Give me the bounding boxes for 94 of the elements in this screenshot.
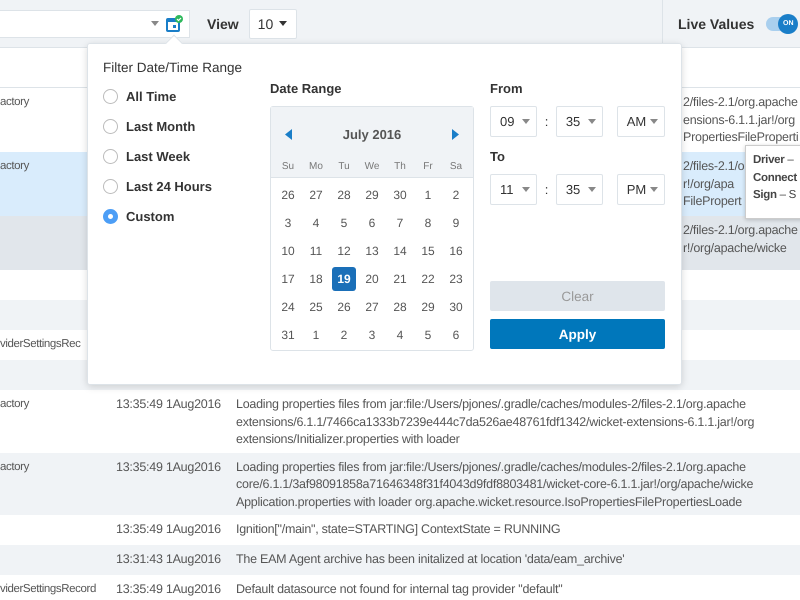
calendar-day[interactable]: 30 — [444, 295, 468, 319]
radio-label[interactable]: All Time — [126, 88, 176, 104]
calendar-day[interactable]: 18 — [304, 267, 328, 291]
timestamp-cell: 13:35:49 1Aug2016 — [116, 458, 221, 476]
source-cell-text: viderSettingsRec — [0, 337, 81, 352]
message-cell-text: Loading properties files from jar:file:/Users/pjones/.gradle/caches/modules-2/files-2.1/org.apache extensions/6.1.1/7466ca1333b7239e444c7da526ae48761fdf1342/wicket-extensions-6.1.1.jar!/org extensions/Initializer.properties with loader — [236, 396, 754, 448]
month-title: July 2016 — [342, 126, 402, 142]
hour-select[interactable]: 11 — [490, 174, 538, 205]
calendar-day[interactable]: 14 — [388, 239, 412, 263]
calendar-day[interactable]: 27 — [304, 183, 328, 207]
weekday-label: Th — [393, 161, 407, 174]
message-cell-text: Ignition["/main", state=STARTING] ContextState = RUNNING — [236, 521, 560, 538]
source-cell-text: actory — [0, 397, 29, 412]
calendar-day[interactable]: 6 — [444, 323, 468, 347]
timestamp-cell-text: 13:31:43 1Aug2016 — [116, 551, 221, 568]
message-cell: 2/files-2.1/org.apache r!/org/apache/wicke — [683, 222, 798, 257]
weekday-label: Fr — [422, 161, 434, 174]
calendar-day[interactable]: 20 — [360, 267, 384, 291]
minute-select[interactable]: 35 — [556, 106, 604, 137]
message-cell: Loading properties files from jar:file:/Users/pjones/.gradle/caches/modules-2/files-2.1/org.apache core/6.1.1/3af98091858a71646348f31f4043d9fdf8803481/wicket-core-6.1.1.jar!/org/apache/wicke Application.properties with loader org.apache.wicket.resource.IsoPropertiesFilePropertiesLoade — [236, 458, 754, 511]
log-row[interactable]: 13:31:43 1Aug2016 The EAM Agent archive has been initalized at location 'data/eam_archive' — [0, 545, 800, 575]
time-separator: : — [544, 114, 550, 129]
radio-label[interactable]: Last Month — [126, 118, 196, 134]
radio-label[interactable]: Last Week — [126, 148, 190, 164]
timestamp-cell-text: 13:35:49 1Aug2016 — [116, 581, 221, 598]
weekday-label: Su — [280, 161, 296, 174]
calendar-day[interactable]: 2 — [332, 323, 356, 347]
calendar-day[interactable]: 16 — [444, 239, 468, 263]
source-cell-text: actory — [0, 460, 29, 474]
calendar-day[interactable]: 10 — [276, 239, 300, 263]
calendar-day[interactable]: 26 — [332, 295, 356, 319]
calendar-day[interactable]: 26 — [276, 183, 300, 207]
calendar-day[interactable]: 5 — [416, 323, 440, 347]
calendar-day[interactable]: 3 — [360, 323, 384, 347]
calendar-day[interactable]: 15 — [416, 239, 440, 263]
calendar-day[interactable]: 31 — [276, 323, 300, 347]
live-values-label: Live Values — [678, 16, 754, 32]
calendar-day[interactable]: 1 — [416, 183, 440, 207]
calendar-day[interactable]: 25 — [304, 295, 328, 319]
timestamp-cell-text: 13:35:49 1Aug2016 — [116, 521, 221, 538]
weekday-label: We — [364, 161, 380, 174]
weekday-label: Tu — [337, 161, 351, 174]
ampm-select[interactable]: PM — [616, 174, 665, 205]
calendar-day[interactable]: 13 — [360, 239, 384, 263]
calendar-day[interactable]: 28 — [388, 295, 412, 319]
time-separator: : — [544, 182, 550, 197]
radio-label[interactable]: Custom — [126, 208, 174, 224]
tooltip-text: Sign – S — [753, 188, 797, 203]
message-cell-text: 2/files-2.1/org.apache ensions-6.1.1.jar!/org PropertiesFileProperti — [683, 94, 798, 146]
radio-label[interactable]: Last 24 Hours — [126, 178, 212, 194]
calendar-day[interactable]: 4 — [304, 211, 328, 235]
message-cell-text: The EAM Agent archive has been initalized at location 'data/eam_archive' — [236, 551, 624, 568]
source-cell-text: actory — [0, 95, 29, 110]
view-select[interactable]: 10 — [248, 8, 297, 38]
date-range-label: Date Range — [270, 81, 343, 96]
calendar-day[interactable]: 7 — [388, 211, 412, 235]
calendar-day[interactable]: 5 — [332, 211, 356, 235]
calendar-day[interactable]: 30 — [388, 183, 412, 207]
message-cell-text: 2/files-2.1/o r!/org/apa FilePropert — [683, 158, 744, 210]
message-cell-text: Default datasource not found for internal tag provider "default" — [236, 581, 562, 598]
calendar-day[interactable]: 19 — [332, 267, 356, 291]
calendar-day[interactable]: 27 — [360, 295, 384, 319]
calendar-day[interactable]: 21 — [388, 267, 412, 291]
source-cell-text: actory — [0, 159, 29, 174]
to-label: To — [490, 149, 506, 164]
calendar-day[interactable]: 17 — [276, 267, 300, 291]
calendar-day[interactable]: 24 — [276, 295, 300, 319]
calendar-day[interactable]: 1 — [304, 323, 328, 347]
view-label: View — [207, 16, 239, 32]
calendar-day[interactable]: 9 — [444, 211, 468, 235]
calendar-day[interactable]: 11 — [304, 239, 328, 263]
calendar-day[interactable]: 4 — [388, 323, 412, 347]
tooltip-text: Connect — [753, 170, 798, 186]
calendar-day[interactable]: 28 — [332, 183, 356, 207]
minute-select[interactable]: 35 — [556, 174, 604, 205]
calendar-day[interactable]: 6 — [360, 211, 384, 235]
tooltip-text: Driver – — [753, 153, 795, 168]
ampm-select[interactable]: AM — [616, 106, 665, 137]
source-cell-text: viderSettingsRecord — [0, 582, 96, 597]
calendar-day[interactable]: 29 — [416, 295, 440, 319]
calendar-day[interactable]: 29 — [360, 183, 384, 207]
hour-select[interactable]: 09 — [490, 106, 538, 137]
timestamp-cell-text: 13:35:49 1Aug2016 — [116, 396, 221, 413]
calendar-day[interactable]: 23 — [444, 267, 468, 291]
calendar-day[interactable]: 22 — [416, 267, 440, 291]
calendar-day[interactable]: 12 — [332, 239, 356, 263]
calendar-day[interactable]: 8 — [416, 211, 440, 235]
weekday-label: Mo — [308, 161, 324, 174]
popover-title: Filter Date/Time Range — [103, 60, 244, 75]
apply-button[interactable]: Apply — [490, 319, 665, 349]
calendar-day[interactable]: 2 — [444, 183, 468, 207]
from-label: From — [490, 81, 524, 96]
weekday-label: Sa — [448, 161, 464, 174]
calendar-day[interactable]: 3 — [276, 211, 300, 235]
